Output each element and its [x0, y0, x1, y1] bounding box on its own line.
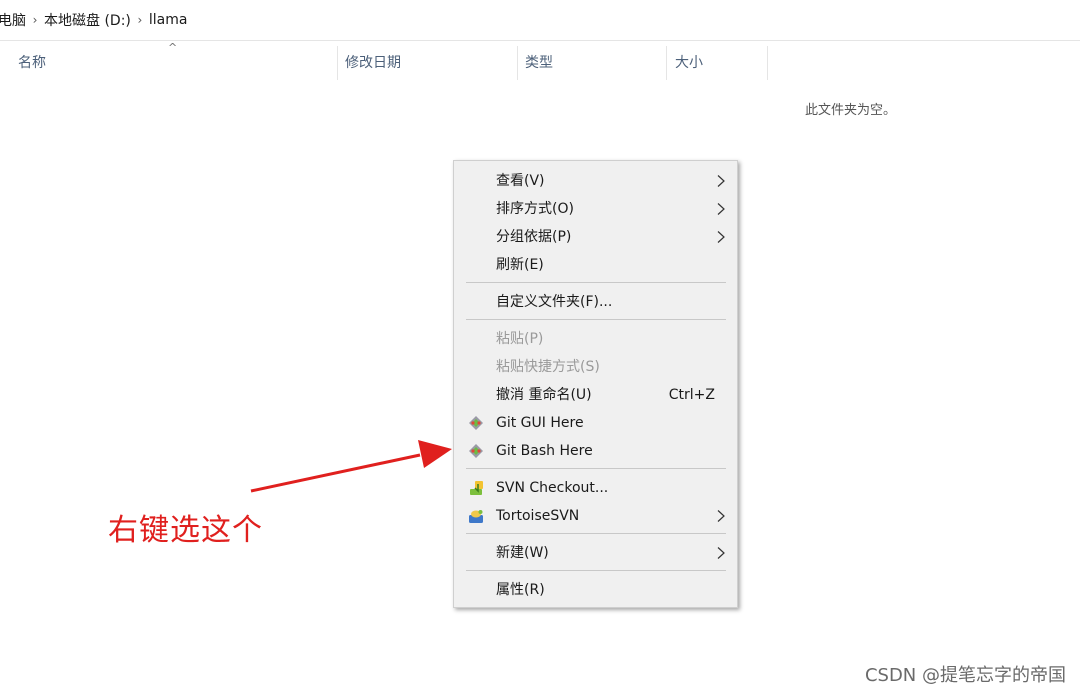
menu-separator	[466, 468, 726, 469]
menu-item-label: 排序方式(O)	[496, 201, 574, 217]
menu-item-customize-folder[interactable]: 自定义文件夹(F)...	[454, 288, 737, 316]
git-icon	[469, 416, 483, 430]
column-header-row: 名称 修改日期 类型 大小	[0, 44, 1080, 80]
chevron-right-icon[interactable]: ›	[26, 13, 44, 27]
menu-separator	[466, 570, 726, 571]
chevron-right-icon[interactable]: ›	[131, 13, 149, 27]
menu-item-undo-rename[interactable]: 撤消 重命名(U) Ctrl+Z	[454, 381, 737, 409]
menu-item-git-bash-here[interactable]: Git Bash Here	[454, 437, 737, 465]
menu-item-label: TortoiseSVN	[496, 508, 580, 524]
chevron-right-icon	[717, 203, 725, 215]
empty-folder-message: 此文件夹为空。	[805, 103, 897, 118]
menu-item-label: 刷新(E)	[496, 257, 544, 273]
git-icon	[469, 444, 483, 458]
menu-separator	[466, 533, 726, 534]
menu-item-new[interactable]: 新建(W)	[454, 539, 737, 567]
menu-item-sort-by[interactable]: 排序方式(O)	[454, 195, 737, 223]
watermark: CSDN @提笔忘字的帝国	[864, 665, 1066, 686]
context-menu: 查看(V) 排序方式(O) 分组依据(P) 刷新(E) 自定义文件夹(F)...…	[453, 160, 738, 608]
chevron-right-icon	[717, 231, 725, 243]
breadcrumb-item-this-pc[interactable]: 电脑	[0, 10, 26, 30]
menu-separator	[466, 282, 726, 283]
menu-item-properties[interactable]: 属性(R)	[454, 576, 737, 604]
annotation-text: 右键选这个	[108, 513, 263, 548]
column-header-size[interactable]: 大小	[667, 44, 767, 80]
column-header-type[interactable]: 类型	[517, 44, 667, 80]
menu-item-svn-checkout[interactable]: SVN Checkout...	[454, 474, 737, 502]
menu-item-label: 分组依据(P)	[496, 229, 572, 245]
menu-item-tortoise-svn[interactable]: TortoiseSVN	[454, 502, 737, 530]
menu-item-label: 新建(W)	[496, 545, 549, 561]
column-header-name[interactable]: 名称	[10, 44, 336, 80]
menu-item-refresh[interactable]: 刷新(E)	[454, 251, 737, 279]
menu-item-view[interactable]: 查看(V)	[454, 167, 737, 195]
menu-item-git-gui-here[interactable]: Git GUI Here	[454, 409, 737, 437]
menu-item-label: SVN Checkout...	[496, 480, 609, 496]
menu-item-label: 自定义文件夹(F)...	[496, 294, 613, 310]
menu-item-label: 属性(R)	[496, 582, 545, 598]
menu-item-shortcut: Ctrl+Z	[668, 387, 715, 403]
column-header-date-modified[interactable]: 修改日期	[337, 44, 517, 80]
menu-item-label: Git GUI Here	[496, 415, 584, 431]
menu-item-label: Git Bash Here	[496, 443, 593, 459]
menu-item-label: 查看(V)	[496, 173, 545, 189]
chevron-right-icon	[717, 175, 725, 187]
chevron-right-icon	[717, 510, 725, 522]
chevron-right-icon	[717, 547, 725, 559]
menu-item-group-by[interactable]: 分组依据(P)	[454, 223, 737, 251]
menu-item-paste-shortcut[interactable]: 粘贴快捷方式(S)	[454, 353, 737, 381]
breadcrumb: 电脑 › 本地磁盘 (D:) › llama	[0, 0, 1080, 41]
breadcrumb-item-llama[interactable]: llama	[149, 12, 188, 28]
menu-item-label: 粘贴(P)	[496, 331, 544, 347]
svn-checkout-icon	[470, 481, 483, 495]
column-divider[interactable]	[767, 46, 768, 80]
menu-item-label: 撤消 重命名(U)	[496, 387, 592, 403]
tortoise-svn-icon	[469, 510, 483, 523]
breadcrumb-item-local-disk[interactable]: 本地磁盘 (D:)	[44, 10, 131, 30]
menu-item-label: 粘贴快捷方式(S)	[496, 359, 600, 375]
file-explorer-window: 电脑 › 本地磁盘 (D:) › llama ^ 名称 修改日期 类型 大小 此…	[0, 0, 1080, 695]
menu-item-paste[interactable]: 粘贴(P)	[454, 325, 737, 353]
menu-separator	[466, 319, 726, 320]
